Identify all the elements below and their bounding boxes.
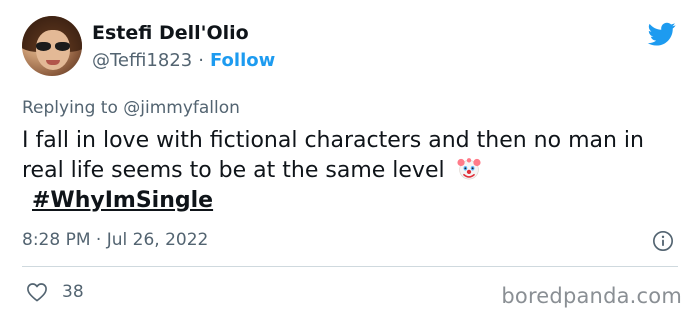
tweet-body: I fall in love with fictional characters… [22, 126, 672, 216]
divider [22, 266, 678, 267]
heart-icon[interactable] [26, 282, 48, 302]
hashtag-link[interactable]: #WhyImSingle [32, 188, 213, 213]
info-icon[interactable] [652, 230, 674, 252]
like-count: 38 [62, 282, 84, 302]
twitter-bird-icon[interactable] [646, 20, 678, 48]
author-name[interactable]: Estefi Dell'Olio [92, 22, 249, 44]
separator: · [198, 50, 204, 71]
author-handle-row: @Teffi1823 · Follow [92, 50, 275, 71]
follow-button[interactable]: Follow [210, 50, 275, 71]
reply-prefix: Replying to [22, 98, 118, 118]
tweet-text: I fall in love with fictional characters… [22, 128, 644, 183]
watermark: boredpanda.com [501, 284, 682, 308]
like-action[interactable]: 38 [26, 282, 84, 302]
avatar[interactable] [22, 16, 82, 76]
reply-mention[interactable]: @jimmyfallon [123, 98, 240, 118]
author-handle[interactable]: @Teffi1823 [92, 50, 192, 71]
tweet-timestamp[interactable]: 8:28 PM · Jul 26, 2022 [22, 230, 208, 250]
reply-context: Replying to @jimmyfallon [22, 98, 240, 118]
clown-face-emoji-icon [457, 158, 481, 180]
